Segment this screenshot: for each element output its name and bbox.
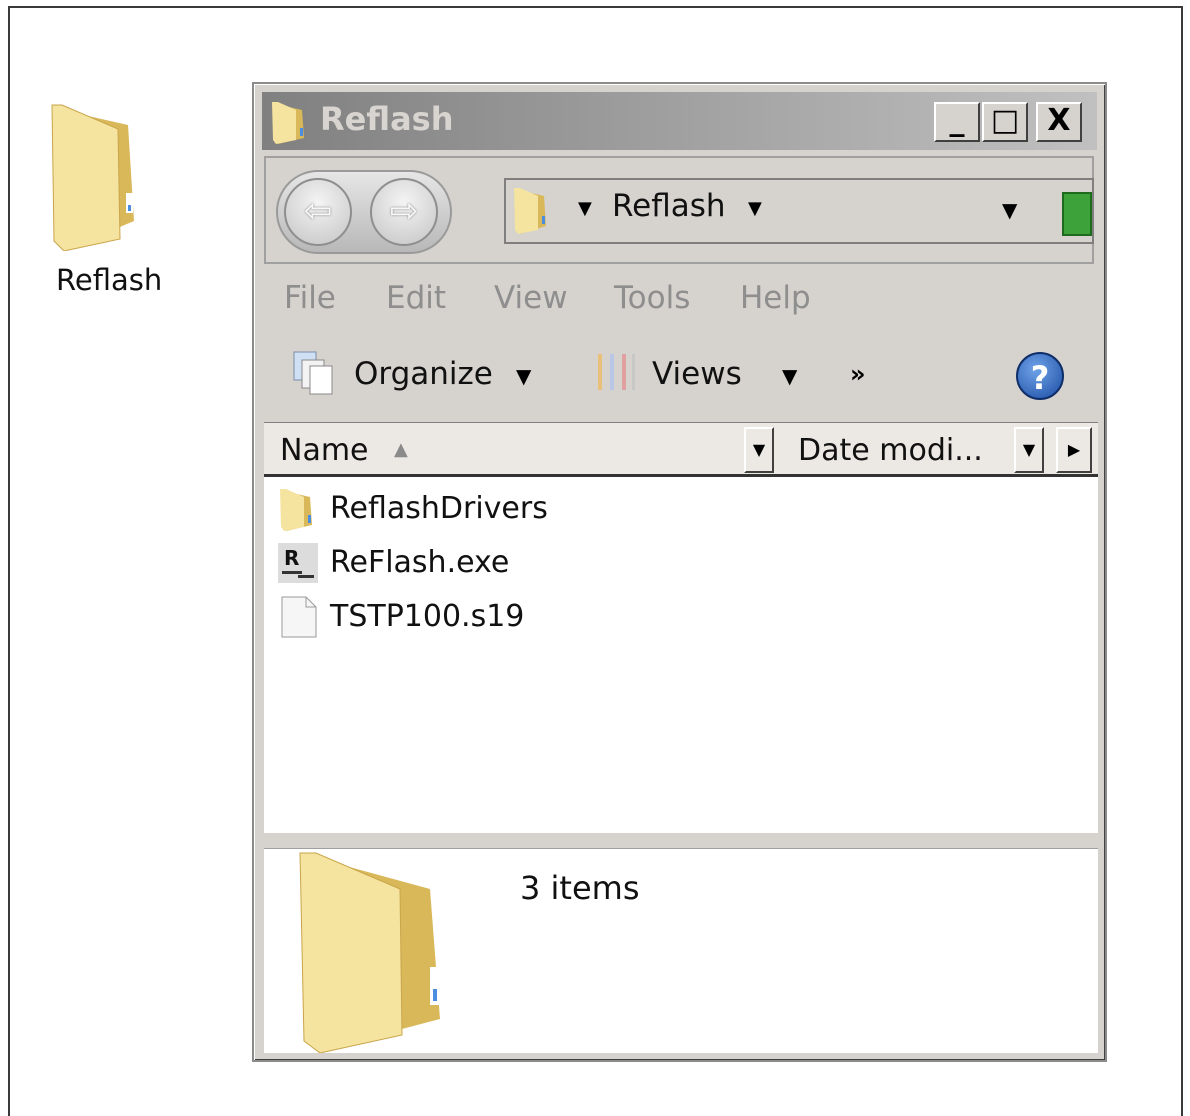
breadcrumb-chevron-icon[interactable]: ▼ xyxy=(578,198,592,219)
navigation-bar: ⇦ ⇨ ▼ Reflash ▼ ▼ xyxy=(264,156,1094,264)
details-pane: 3 items xyxy=(264,848,1098,1053)
maximize-button[interactable]: □ xyxy=(982,102,1028,142)
folder-icon xyxy=(51,104,134,251)
breadcrumb-current[interactable]: Reflash xyxy=(612,188,726,224)
address-bar[interactable]: ▼ Reflash ▼ ▼ xyxy=(504,178,1094,244)
title-bar[interactable]: Reflash _ □ X xyxy=(262,92,1097,150)
address-dropdown-icon[interactable]: ▼ xyxy=(1002,198,1017,222)
nav-buttons: ⇦ ⇨ xyxy=(276,170,452,254)
menu-tools[interactable]: Tools xyxy=(614,280,690,316)
back-button[interactable]: ⇦ xyxy=(284,178,352,246)
organize-dropdown-icon[interactable]: ▼ xyxy=(516,364,531,388)
file-name: TSTP100.s19 xyxy=(330,599,525,634)
folder-icon xyxy=(514,188,546,234)
minimize-button[interactable]: _ xyxy=(934,102,980,142)
list-item[interactable]: TSTP100.s19 xyxy=(278,591,678,643)
explorer-window: Reflash _ □ X ⇦ ⇨ ▼ Reflash ▼ ▼ File Edi… xyxy=(252,82,1107,1062)
column-header-row: Name ▲ ▼ Date modi... ▼ ▶ xyxy=(264,423,1098,477)
desktop-icon-label: Reflash xyxy=(56,263,163,297)
date-column-filter-button[interactable]: ▼ xyxy=(1014,427,1044,473)
forward-arrow-icon: ⇨ xyxy=(389,191,419,231)
window-title: Reflash xyxy=(320,100,454,138)
menu-help[interactable]: Help xyxy=(740,280,811,316)
column-name-header[interactable]: Name xyxy=(280,433,369,468)
go-button[interactable] xyxy=(1062,192,1092,236)
menu-edit[interactable]: Edit xyxy=(386,280,446,316)
views-icon xyxy=(598,354,635,390)
breadcrumb-chevron-icon[interactable]: ▼ xyxy=(748,198,762,219)
views-button[interactable]: Views xyxy=(652,356,742,392)
file-name: ReFlash.exe xyxy=(330,545,510,580)
svg-text:R: R xyxy=(284,546,299,570)
back-arrow-icon: ⇦ xyxy=(303,191,333,231)
organize-button[interactable]: Organize xyxy=(354,356,493,392)
scroll-right-button[interactable]: ▶ xyxy=(1056,427,1092,473)
desktop-folder-reflash[interactable]: Reflash xyxy=(40,95,190,315)
file-list: Name ▲ ▼ Date modi... ▼ ▶ ReflashDrivers… xyxy=(264,422,1098,833)
exe-icon: R xyxy=(278,543,318,583)
close-button[interactable]: X xyxy=(1036,102,1082,142)
folder-icon xyxy=(272,102,304,144)
list-item[interactable]: R ReFlash.exe xyxy=(278,537,678,589)
item-count: 3 items xyxy=(520,869,640,907)
organize-icon xyxy=(293,351,333,395)
name-column-filter-button[interactable]: ▼ xyxy=(744,427,774,473)
help-button[interactable]: ? xyxy=(1016,352,1064,400)
folder-icon xyxy=(299,852,440,1053)
menu-view[interactable]: View xyxy=(494,280,568,316)
views-dropdown-icon[interactable]: ▼ xyxy=(782,364,797,388)
file-name: ReflashDrivers xyxy=(330,491,548,526)
menu-file[interactable]: File xyxy=(284,280,336,316)
column-date-header[interactable]: Date modi... xyxy=(798,433,983,468)
forward-button[interactable]: ⇨ xyxy=(370,178,438,246)
toolbar-overflow-button[interactable]: » xyxy=(850,360,866,388)
list-item[interactable]: ReflashDrivers xyxy=(278,483,678,535)
file-icon xyxy=(281,596,317,638)
sort-ascending-icon: ▲ xyxy=(394,439,408,460)
folder-icon xyxy=(280,489,312,531)
